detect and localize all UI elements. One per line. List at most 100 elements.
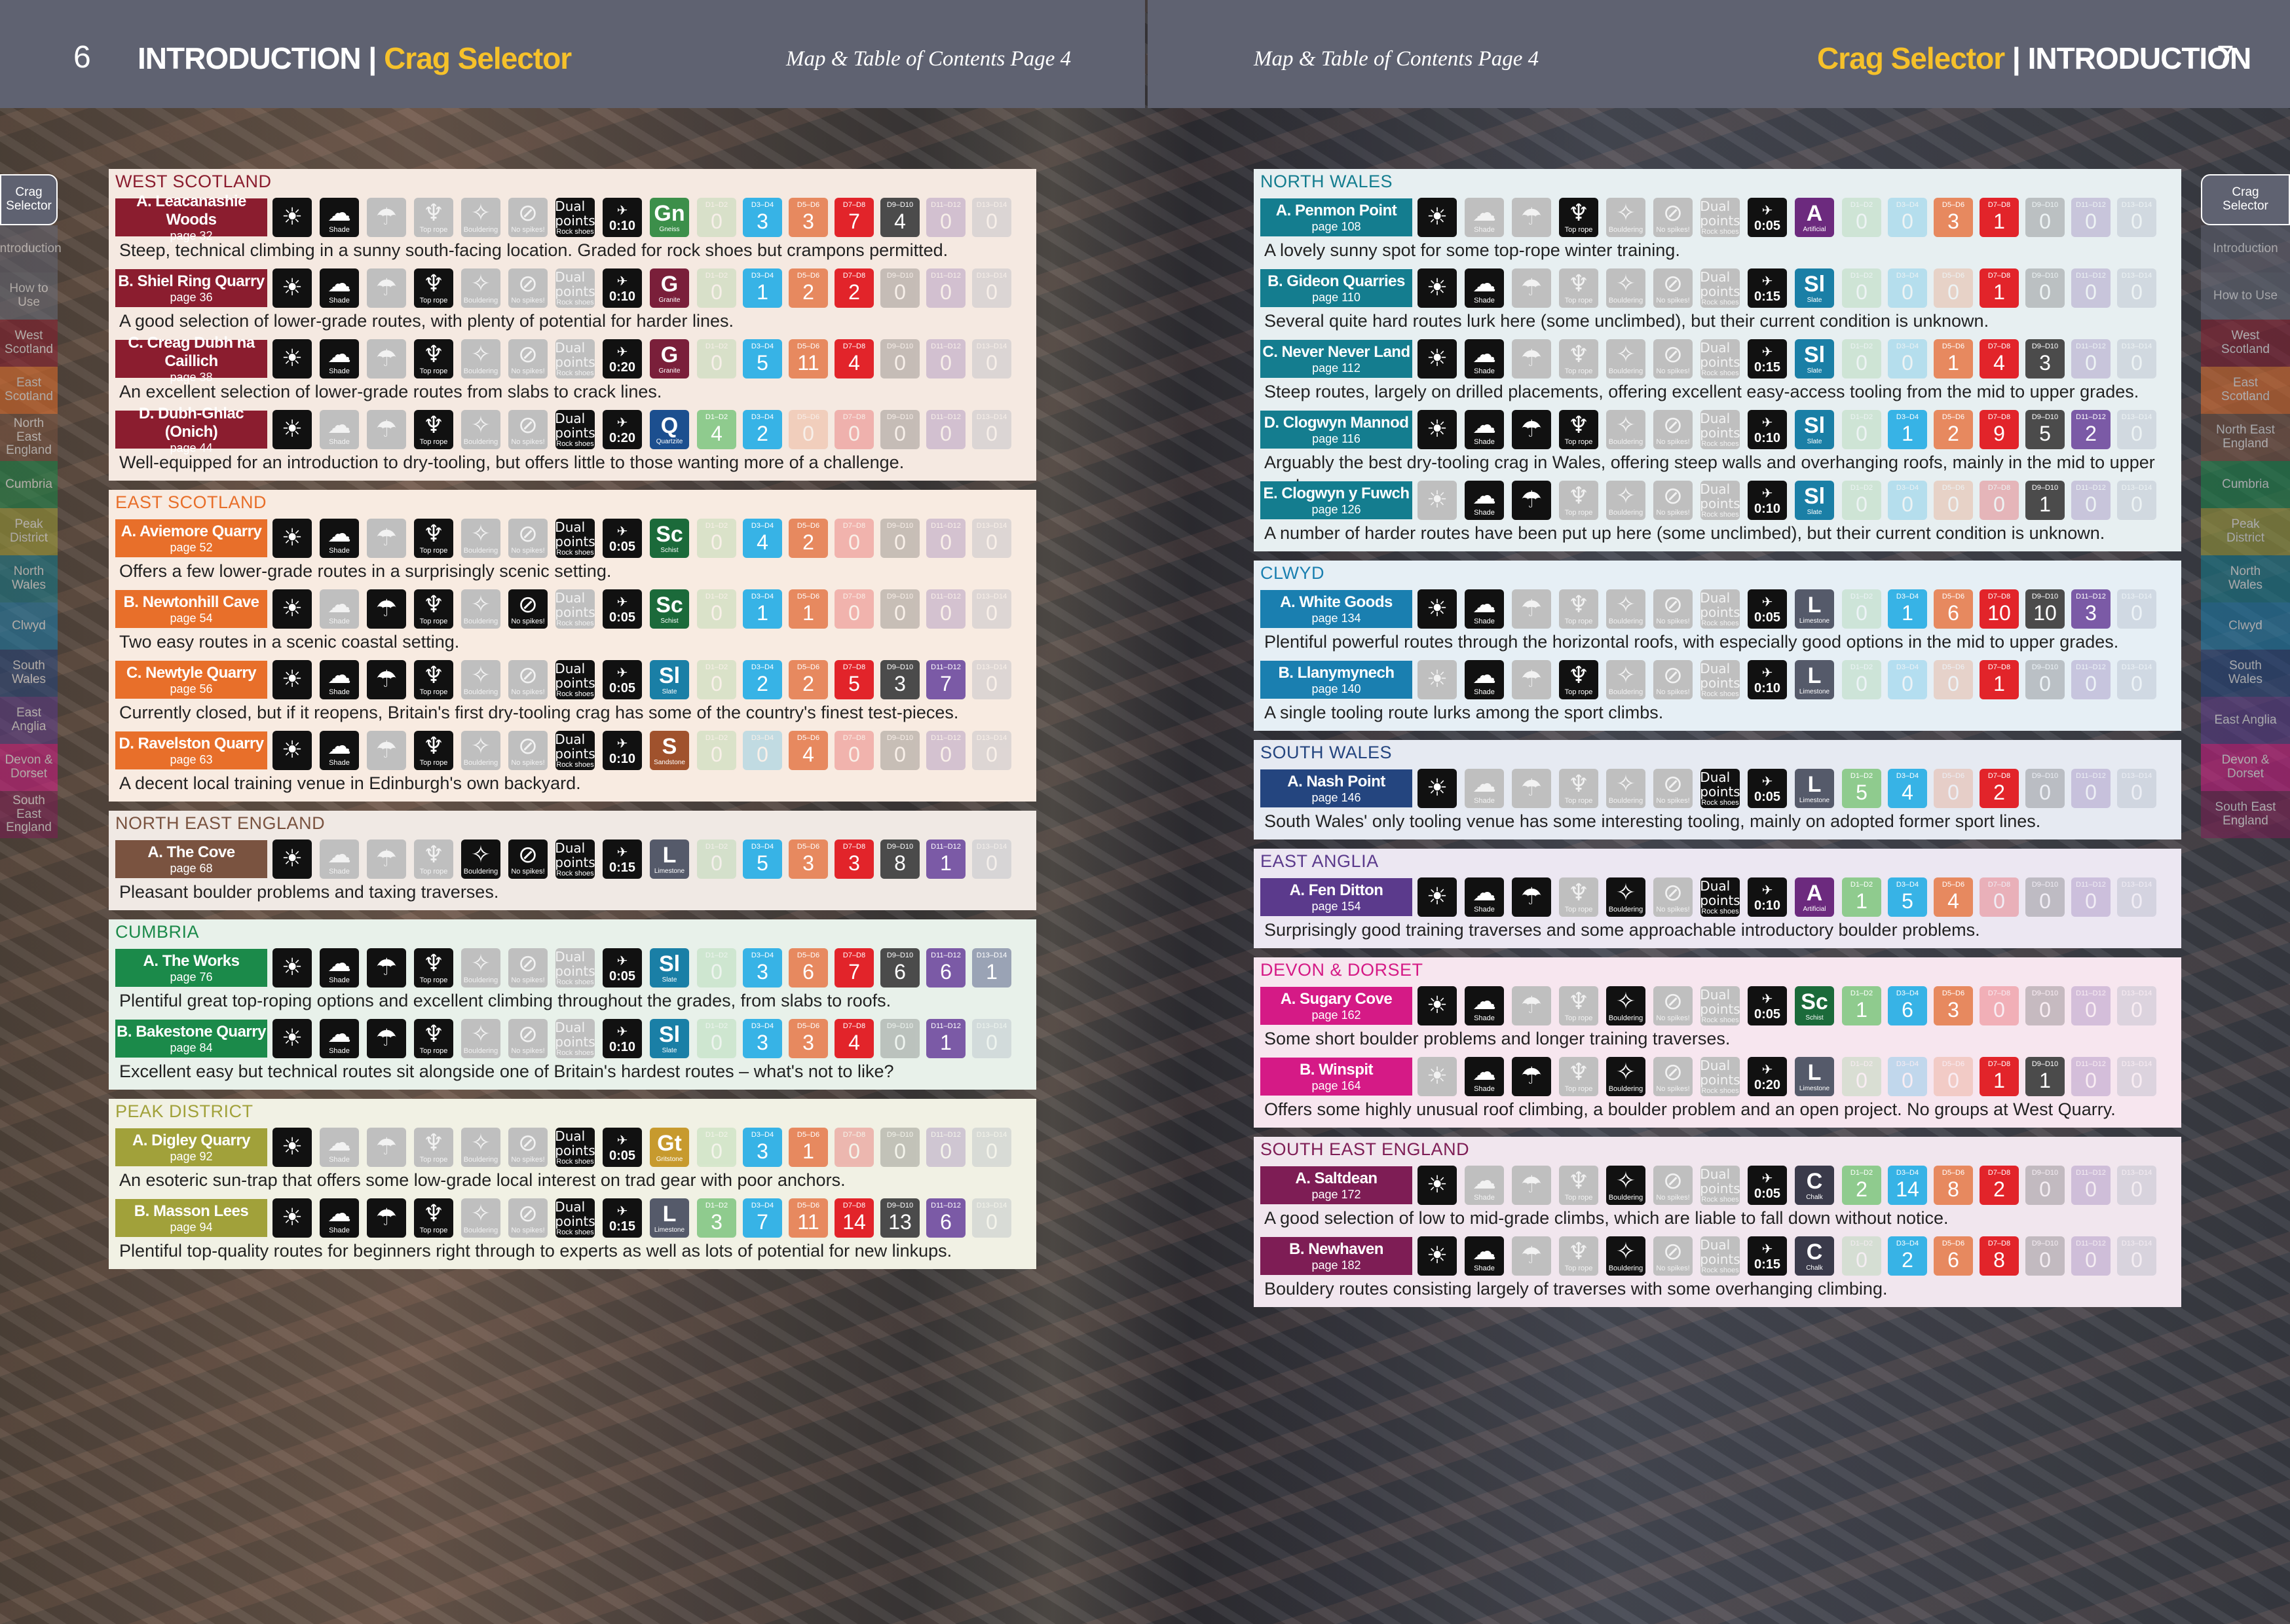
- grade-count: 0: [894, 601, 906, 625]
- approach-time: 0:05: [609, 1149, 636, 1163]
- left-map-link[interactable]: Map & Table of Contents Page 4: [786, 47, 1071, 71]
- grade-range: D1–D2: [705, 1202, 728, 1209]
- top-rope-icon: ♆ Top rope: [1559, 268, 1598, 308]
- crag-name-box[interactable]: A. Penmon Point page 108: [1260, 198, 1412, 236]
- crag-name-box[interactable]: A. Nash Point page 146: [1260, 769, 1412, 807]
- crag-name-box[interactable]: A. White Goods page 134: [1260, 590, 1412, 628]
- side-tab-1[interactable]: Introduction: [0, 225, 62, 272]
- crag-name-box[interactable]: B. Masson Lees page 94: [115, 1199, 267, 1237]
- grade-range: D13–D14: [2121, 1060, 2152, 1068]
- crag-name-box[interactable]: D. Ravelston Quarry page 63: [115, 731, 267, 769]
- grade-count: 0: [711, 1139, 723, 1163]
- grade-count-1: D3–D4 6: [1888, 986, 1927, 1025]
- side-tab-12[interactable]: Devon & Dorset: [0, 744, 58, 791]
- side-tab-3[interactable]: West Scotland: [2201, 320, 2290, 367]
- side-tab-2[interactable]: How to Use: [0, 272, 58, 320]
- bouldering-icon-glyph: ✧: [470, 521, 491, 547]
- side-tab-2[interactable]: How to Use: [2201, 272, 2290, 320]
- right-map-link[interactable]: Map & Table of Contents Page 4: [1254, 47, 1539, 71]
- side-tab-0[interactable]: Crag Selector: [0, 174, 58, 225]
- side-tab-0[interactable]: Crag Selector: [2201, 174, 2290, 225]
- crag-name-box[interactable]: A. The Works page 76: [115, 949, 267, 987]
- grade-count-2: D5–D6 11: [789, 1198, 828, 1238]
- grade-range: D7–D8: [1987, 663, 2011, 671]
- crag-name-box[interactable]: C. Creag Dubh na Caillich page 38: [115, 334, 267, 384]
- crag-entry: C. Newtyle Quarry page 56 ☀ ☁ Shade ☂ ♆ Top rop…: [115, 659, 1030, 724]
- crag-name-box[interactable]: B. Newtonhill Cave page 54: [115, 590, 267, 628]
- side-tab-13[interactable]: South East England: [0, 791, 58, 838]
- shade-icon-caption: Shade: [329, 976, 350, 984]
- crag-name-box[interactable]: B. Shiel Ring Quarry page 36: [115, 269, 267, 307]
- grade-count: 0: [1947, 1069, 1959, 1092]
- side-tab-8[interactable]: North Wales: [0, 555, 58, 602]
- crag-page: page 116: [1312, 432, 1361, 445]
- grade-range: D5–D6: [797, 1131, 820, 1139]
- crag-name-box[interactable]: A. Digley Quarry page 92: [115, 1128, 267, 1166]
- grade-range: D3–D4: [1896, 772, 1919, 780]
- crag-name-box[interactable]: C. Never Never Land page 112: [1260, 340, 1412, 378]
- crag-name-box[interactable]: D. Dubh-Ghlac (Onich) page 44: [115, 405, 267, 454]
- shade-icon: ☁ Shade: [1465, 481, 1504, 520]
- sun-icon: ☀: [272, 840, 312, 879]
- side-tab-10[interactable]: South Wales: [2201, 650, 2290, 697]
- crag-name-box[interactable]: A. Sugary Cove page 162: [1260, 987, 1412, 1025]
- rock-name: Schist: [660, 547, 679, 554]
- grade-count-2: D5–D6 0: [1934, 481, 1973, 520]
- top-rope-icon: ♆ Top rope: [1559, 481, 1598, 520]
- side-tab-12[interactable]: Devon & Dorset: [2201, 744, 2290, 791]
- side-tab-9[interactable]: Clwyd: [2201, 602, 2290, 650]
- side-tab-11[interactable]: East Anglia: [0, 697, 58, 744]
- side-tab-7[interactable]: Peak District: [0, 508, 58, 555]
- grade-count: 0: [2131, 1177, 2143, 1201]
- crag-name-box[interactable]: A. Aviemore Quarry page 52: [115, 519, 267, 557]
- crag-name-box[interactable]: B. Llanymynech page 140: [1260, 661, 1412, 699]
- crag-name-box[interactable]: A. The Cove page 68: [115, 840, 267, 878]
- dual-points-icon-caption: Rock shoes: [1701, 1087, 1739, 1095]
- rock-code: Sc: [656, 593, 683, 618]
- side-tab-9[interactable]: Clwyd: [0, 602, 58, 650]
- side-tab-4[interactable]: East Scotland: [0, 367, 58, 414]
- crag-name-box[interactable]: D. Clogwyn Mannod page 116: [1260, 411, 1412, 449]
- crag-name-box[interactable]: E. Clogwyn y Fuwch page 126: [1260, 481, 1412, 519]
- dual-points-icon: Dual points Rock shoes: [555, 410, 595, 449]
- crag-name-box[interactable]: B. Winspit page 164: [1260, 1058, 1412, 1096]
- side-tab-8[interactable]: North Wales: [2201, 555, 2290, 602]
- grade-range: D1–D2: [1850, 484, 1873, 492]
- crag-name-box[interactable]: A. Fen Ditton page 154: [1260, 878, 1412, 916]
- side-tab-7[interactable]: Peak District: [2201, 508, 2290, 555]
- no-spikes-icon-caption: No spikes!: [511, 1047, 545, 1055]
- crag-name-box[interactable]: B. Gideon Quarries page 110: [1260, 269, 1412, 307]
- crag-name-box[interactable]: B. Newhaven page 182: [1260, 1237, 1412, 1275]
- dual-points-icon: Dual points Rock shoes: [555, 268, 595, 308]
- crag-row: A. Penmon Point page 108 ☀ ☁ Shade ☂ ♆ Top rope…: [1260, 196, 2175, 238]
- crag-name-box[interactable]: C. Newtyle Quarry page 56: [115, 661, 267, 699]
- side-tab-3[interactable]: West Scotland: [0, 320, 58, 367]
- sun-icon-glyph: ☀: [1426, 274, 1448, 301]
- umbrella-icon-glyph: ☂: [375, 845, 398, 872]
- side-tab-6[interactable]: Cumbria: [0, 461, 58, 508]
- side-tab-13[interactable]: South East England: [2201, 791, 2290, 838]
- side-tab-1[interactable]: Introduction: [2201, 225, 2290, 272]
- side-tab-5[interactable]: North East England: [2201, 414, 2290, 461]
- grade-count-4: D9–D10 0: [2025, 1166, 2065, 1205]
- crag-name-box[interactable]: A. Leacanashie Woods page 32: [115, 193, 267, 242]
- sun-icon-glyph: ☀: [1426, 666, 1448, 693]
- crag-name-box[interactable]: A. Saltdean page 172: [1260, 1166, 1412, 1204]
- top-rope-icon-glyph: ♆: [1567, 412, 1590, 439]
- grade-count-6: D13–D14 0: [2117, 877, 2156, 917]
- side-tab-10[interactable]: South Wales: [0, 650, 58, 697]
- side-tab-6[interactable]: Cumbria: [2201, 461, 2290, 508]
- side-tab-5[interactable]: North East England: [0, 414, 58, 461]
- no-spikes-icon: ⊘ No spikes!: [508, 840, 548, 879]
- grade-range: D7–D8: [842, 1202, 866, 1209]
- side-tab-4[interactable]: East Scotland: [2201, 367, 2290, 414]
- grade-count-3: D7–D8 2: [1980, 769, 2019, 808]
- crag-name-box[interactable]: B. Bakestone Quarry page 84: [115, 1020, 267, 1058]
- dual-points-icon-caption: Rock shoes: [1701, 799, 1739, 807]
- grade-count-3: D7–D8 0: [835, 410, 874, 449]
- grade-count-0: D1–D2 0: [697, 198, 736, 237]
- side-tab-11[interactable]: East Anglia: [2201, 697, 2290, 744]
- grade-count-2: D5–D6 1: [789, 589, 828, 629]
- no-spikes-icon-caption: No spikes!: [1656, 1014, 1690, 1022]
- dual-points-icon-glyph: Dual points: [555, 269, 595, 299]
